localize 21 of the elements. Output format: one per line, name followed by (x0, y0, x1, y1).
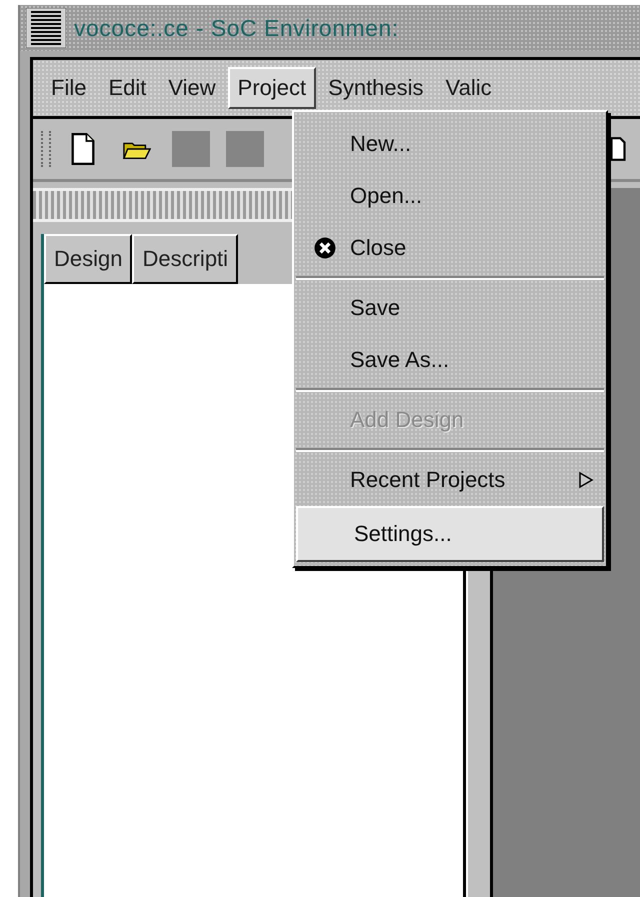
menu-bar-item[interactable]: File (41, 67, 96, 109)
menu-bar-item[interactable]: View (158, 67, 226, 109)
menu-bar-item[interactable]: Edit (98, 67, 156, 109)
menu-item[interactable]: Settings... (296, 506, 604, 562)
menu-item[interactable]: Save As... (294, 334, 606, 386)
menu-item[interactable]: New... (294, 118, 606, 170)
window-menu-icon[interactable] (26, 8, 66, 48)
close-icon (314, 237, 336, 259)
menu-item[interactable]: Open... (294, 170, 606, 222)
menu-bar-item[interactable]: Synthesis (318, 67, 434, 109)
menu-item[interactable]: Save (294, 282, 606, 334)
menu-item[interactable]: Close (294, 222, 606, 274)
window-title: vococe:.ce - SoC Environmen: (74, 14, 399, 42)
column-header[interactable]: Design (44, 234, 132, 284)
menu-bar-item[interactable]: Project (228, 67, 316, 109)
page-icon (69, 133, 97, 165)
column-header[interactable]: Descripti (132, 234, 238, 284)
submenu-arrow-icon (578, 471, 594, 489)
menu-item[interactable]: Recent Projects (294, 454, 606, 506)
toolbar-grip[interactable] (41, 131, 51, 167)
menu-bar-item[interactable]: Valic (436, 67, 502, 109)
